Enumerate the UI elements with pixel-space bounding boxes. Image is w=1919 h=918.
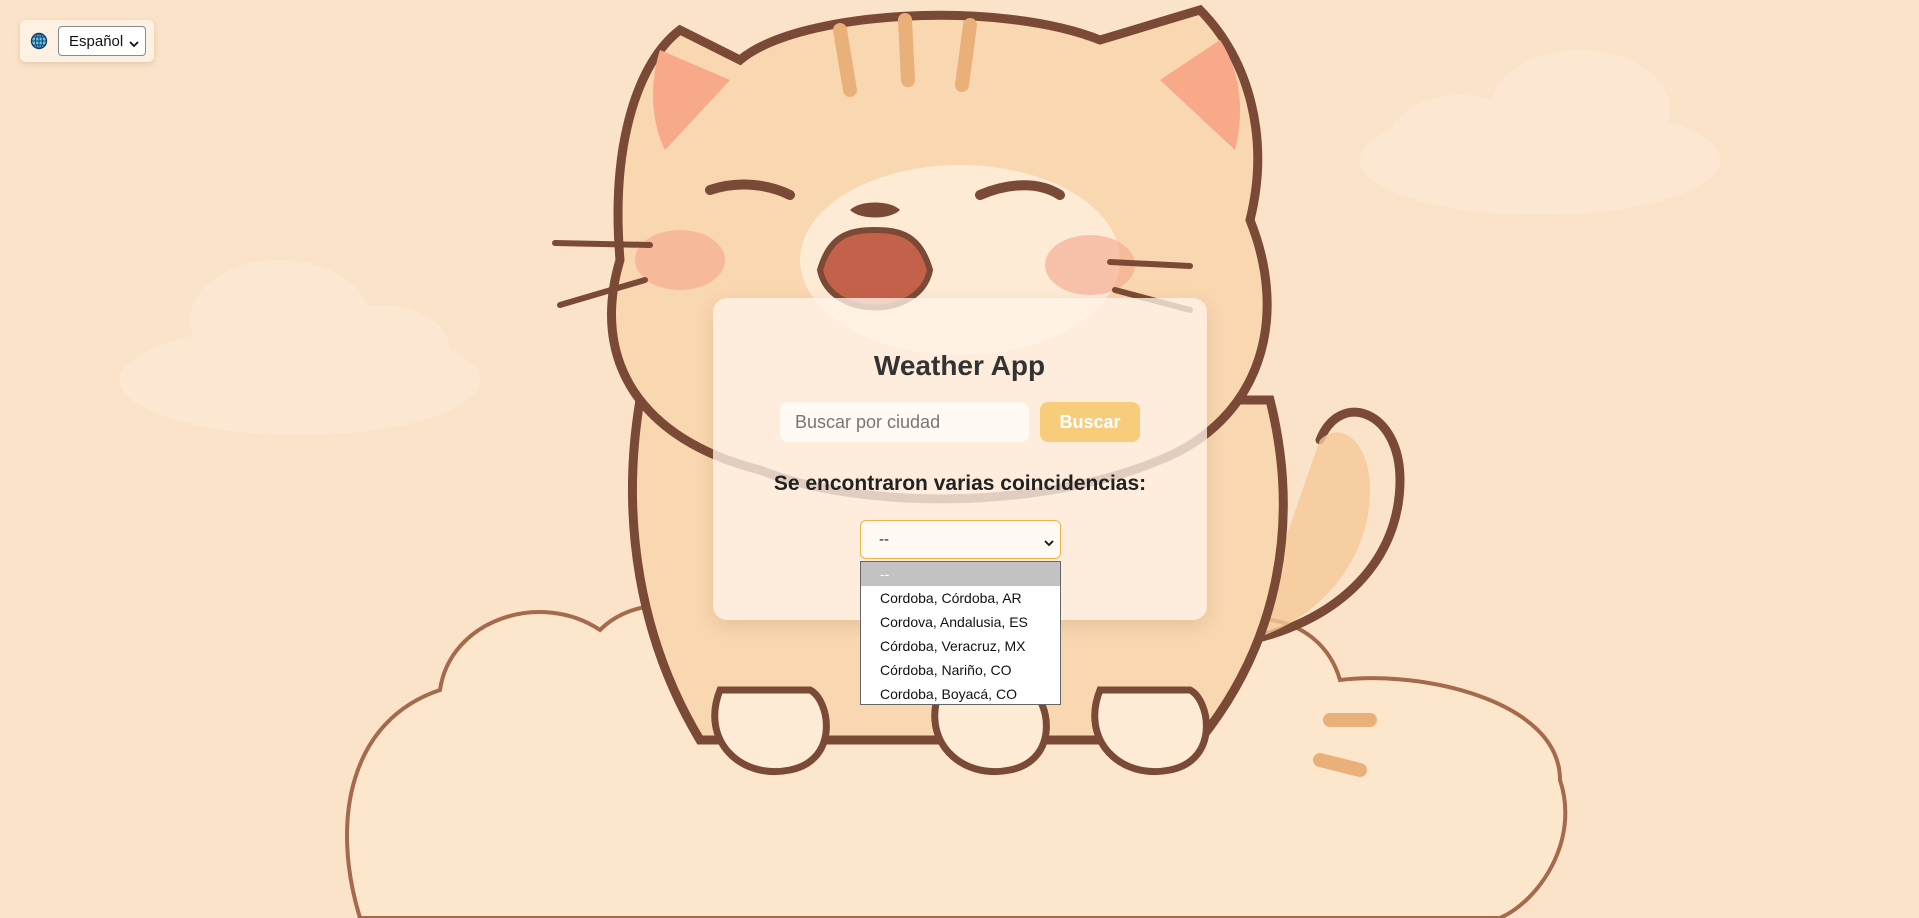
search-input[interactable]: Buscar por ciudad bbox=[780, 402, 1029, 442]
matches-heading: Se encontraron varias coincidencias: bbox=[773, 472, 1147, 495]
search-button[interactable]: Buscar bbox=[1040, 402, 1140, 442]
city-match-dropdown-list: -- Cordoba, Córdoba, AR Cordova, Andalus… bbox=[860, 561, 1061, 705]
chevron-down-icon bbox=[129, 36, 139, 48]
city-match-select-value: -- bbox=[879, 531, 889, 548]
language-selector-container: Español bbox=[20, 20, 154, 62]
language-select-value: Español bbox=[69, 32, 124, 50]
page-title: Weather App bbox=[873, 350, 1046, 381]
search-input-placeholder: Buscar por ciudad bbox=[795, 412, 941, 432]
dropdown-option[interactable]: -- bbox=[861, 562, 1060, 586]
dropdown-option[interactable]: Cordoba, Córdoba, AR bbox=[861, 586, 1060, 610]
city-match-select[interactable]: -- bbox=[860, 520, 1061, 559]
dropdown-option[interactable]: Cordoba, Boyacá, CO bbox=[861, 682, 1060, 706]
language-select[interactable]: Español bbox=[58, 26, 146, 56]
dropdown-option[interactable]: Córdoba, Veracruz, MX bbox=[861, 634, 1060, 658]
globe-icon bbox=[30, 32, 48, 50]
dropdown-option[interactable]: Cordova, Andalusia, ES bbox=[861, 610, 1060, 634]
dropdown-option[interactable]: Córdoba, Nariño, CO bbox=[861, 658, 1060, 682]
chevron-down-icon bbox=[1044, 535, 1054, 546]
